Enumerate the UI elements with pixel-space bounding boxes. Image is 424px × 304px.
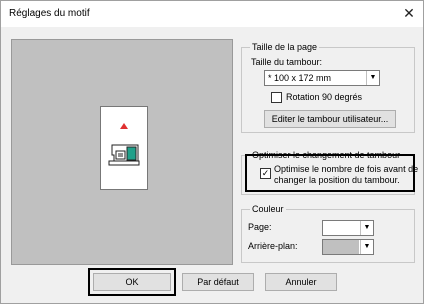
hoop-size-select[interactable]: * 100 x 172 mm ▼ <box>264 70 380 86</box>
page-size-group: Taille de la page Taille du tambour: * 1… <box>241 42 415 133</box>
page-color-select[interactable]: ▼ <box>322 220 374 236</box>
optimize-hoop-label-line1: Optimise le nombre de fois avant de <box>274 164 419 174</box>
cancel-button[interactable]: Annuler <box>265 273 337 291</box>
rotation-label: Rotation 90 degrés <box>286 92 363 102</box>
background-color-select[interactable]: ▼ <box>322 239 374 255</box>
optimize-hoop-checkbox[interactable]: ✓ <box>260 168 271 179</box>
background-color-label: Arrière-plan: <box>248 241 298 251</box>
close-icon[interactable]: ✕ <box>401 5 417 21</box>
optimize-hoop-label-line2: changer la position du tambour. <box>274 175 400 185</box>
rotation-checkbox[interactable] <box>271 92 282 103</box>
chevron-down-icon[interactable]: ▼ <box>366 71 379 85</box>
ok-button[interactable]: OK <box>93 273 171 291</box>
color-group: Couleur Page: ▼ Arrière-plan: ▼ <box>241 204 415 263</box>
hoop-direction-marker-icon <box>120 123 128 129</box>
embroidery-machine-icon <box>108 144 140 166</box>
chevron-down-icon[interactable]: ▼ <box>360 240 373 254</box>
default-button[interactable]: Par défaut <box>182 273 254 291</box>
chevron-down-icon[interactable]: ▼ <box>360 221 373 235</box>
edit-user-hoop-button[interactable]: Editer le tambour utilisateur... <box>264 110 396 128</box>
page-color-swatch <box>323 221 359 235</box>
color-legend: Couleur <box>250 204 286 215</box>
page-size-legend: Taille de la page <box>250 42 320 53</box>
pattern-settings-dialog: Réglages du motif ✕ Taille de la page Ta… <box>0 0 424 304</box>
page-color-label: Page: <box>248 222 272 232</box>
title-bar: Réglages du motif ✕ <box>1 1 423 27</box>
hoop-preview-card <box>100 106 148 190</box>
background-color-swatch <box>323 240 359 254</box>
hoop-size-value: * 100 x 172 mm <box>268 73 332 83</box>
hoop-preview <box>11 39 233 265</box>
hoop-size-label: Taille du tambour: <box>251 57 323 67</box>
window-title: Réglages du motif <box>9 8 90 19</box>
